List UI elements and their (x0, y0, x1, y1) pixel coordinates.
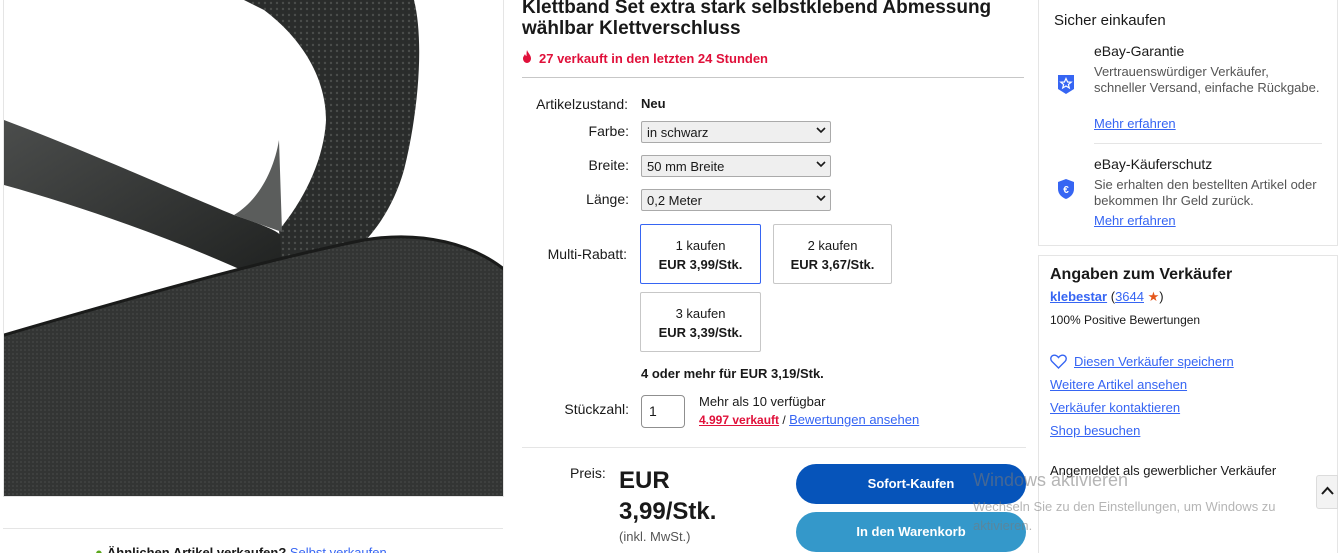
product-image[interactable] (3, 0, 504, 497)
protection-title: eBay-Käuferschutz (1094, 156, 1213, 172)
score-close: ) (1159, 289, 1164, 304)
star-icon: ★ (1147, 289, 1160, 304)
color-label: Farbe: (588, 123, 629, 139)
price-divider (522, 447, 1026, 448)
save-seller-link[interactable]: Diesen Verkäufer speichern (1074, 354, 1234, 369)
tier-qty: 1 kaufen (675, 238, 726, 253)
windows-activation-text: Wechseln Sie zu den Einstellungen, um Wi… (973, 499, 1276, 533)
scroll-to-top-button[interactable] (1316, 475, 1338, 509)
discount-more: 4 oder mehr für EUR 3,19/Stk. (641, 366, 824, 381)
shield-star-icon (1058, 75, 1074, 94)
color-select-value: in schwarz (647, 125, 709, 140)
multi-discount-label: Multi-Rabatt: (547, 246, 627, 262)
color-select[interactable]: in schwarz (641, 121, 831, 143)
width-label: Breite: (588, 157, 629, 173)
tier-price: EUR 3,39/Stk. (658, 325, 743, 340)
condition-value: Neu (641, 96, 666, 111)
guarantee-text: Vertrauenswürdiger Verkäufer, schneller … (1094, 64, 1320, 95)
seller-info: klebestar (3644 ★) (1050, 289, 1164, 305)
seller-score-link[interactable]: 3644 (1115, 289, 1144, 304)
length-select-value: 0,2 Meter (647, 193, 702, 208)
chevron-down-icon (816, 161, 826, 168)
condition-label: Artikelzustand: (536, 96, 628, 112)
visit-shop-link[interactable]: Shop besuchen (1050, 423, 1140, 438)
chevron-down-icon (816, 195, 826, 202)
sold-count-link[interactable]: 4.997 verkauft (699, 413, 779, 427)
quantity-label: Stückzahl: (564, 401, 629, 417)
width-select[interactable]: 50 mm Breite (641, 155, 831, 177)
fire-icon (522, 50, 534, 66)
chevron-down-icon (816, 127, 826, 134)
contact-seller-link[interactable]: Verkäufer kontaktieren (1050, 400, 1180, 415)
price-tax: (inkl. MwSt.) (619, 529, 691, 544)
safe-shopping-title: Sicher einkaufen (1054, 12, 1166, 29)
windows-activation-title: Windows aktivieren (973, 470, 1129, 490)
safe-shopping-panel (1038, 0, 1338, 246)
length-select[interactable]: 0,2 Meter (641, 189, 831, 211)
guarantee-title: eBay-Garantie (1094, 43, 1185, 59)
width-select-value: 50 mm Breite (647, 159, 725, 174)
length-label: Länge: (586, 191, 629, 207)
listing-title: Klettband Set extra stark selbstklebend … (522, 0, 992, 39)
discount-tier-1[interactable]: 1 kaufen EUR 3,99/Stk. (640, 224, 761, 284)
discount-tier-3[interactable]: 3 kaufen EUR 3,39/Stk. (640, 292, 761, 352)
sold-reviews: 4.997 verkauft / Bewertungen ansehen (699, 412, 919, 427)
title-divider (522, 77, 1024, 78)
price-amount: 3,99/Stk. (619, 498, 717, 525)
sell-similar: ● Ähnlichen Artikel verkaufen? Selbst ver… (95, 545, 387, 553)
separator: / (782, 413, 786, 427)
tier-qty: 2 kaufen (807, 238, 858, 253)
discount-tier-2[interactable]: 2 kaufen EUR 3,67/Stk. (773, 224, 892, 284)
seller-positive: 100% Positive Bewertungen (1050, 313, 1201, 327)
price-value: EUR 3,99/Stk. (619, 465, 716, 527)
sell-yourself-link[interactable]: Selbst verkaufen (290, 545, 387, 553)
svg-text:€: € (1063, 185, 1069, 196)
seller-title: Angaben zum Verkäufer (1050, 266, 1233, 283)
price-label: Preis: (570, 465, 606, 481)
tier-price: EUR 3,99/Stk. (658, 257, 743, 272)
guarantee-more-link[interactable]: Mehr erfahren (1094, 116, 1176, 131)
shield-euro-icon: € (1058, 179, 1074, 199)
safe-divider (1094, 143, 1322, 144)
availability: Mehr als 10 verfügbar (699, 394, 826, 409)
tier-qty: 3 kaufen (675, 306, 726, 321)
sell-similar-text: Ähnlichen Artikel verkaufen? (106, 545, 287, 553)
quantity-input[interactable]: 1 (641, 395, 685, 428)
reviews-link[interactable]: Bewertungen ansehen (789, 412, 919, 427)
sold-notice-text: 27 verkauft in den letzten 24 Stunden (539, 51, 768, 66)
image-divider (3, 528, 503, 529)
protection-text: Sie erhalten den bestellten Artikel oder… (1094, 177, 1317, 208)
sold-notice: 27 verkauft in den letzten 24 Stunden (522, 50, 768, 66)
tier-price: EUR 3,67/Stk. (790, 257, 875, 272)
chevron-up-icon (1321, 486, 1334, 495)
tag-icon: ● (95, 545, 103, 553)
seller-name-link[interactable]: klebestar (1050, 289, 1107, 304)
heart-icon (1050, 354, 1067, 369)
more-items-link[interactable]: Weitere Artikel ansehen (1050, 377, 1187, 392)
protection-more-link[interactable]: Mehr erfahren (1094, 213, 1176, 228)
price-currency: EUR (619, 467, 670, 494)
